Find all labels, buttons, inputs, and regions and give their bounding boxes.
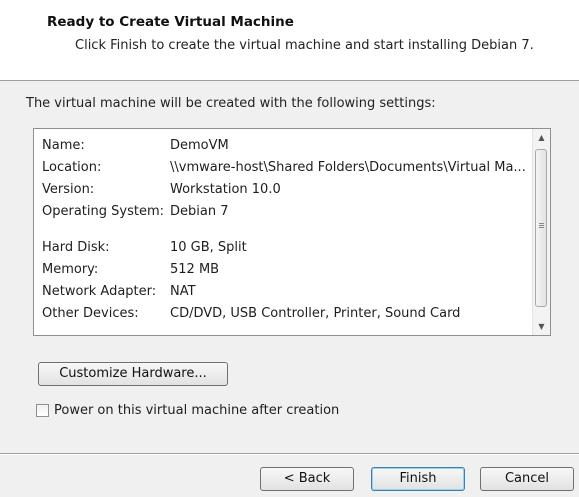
setting-value: NAT <box>170 284 196 299</box>
footer-separator <box>0 453 579 455</box>
setting-row-network: Network Adapter: NAT <box>42 281 532 303</box>
power-on-label: Power on this virtual machine after crea… <box>54 403 340 418</box>
setting-value: Workstation 10.0 <box>170 182 281 197</box>
setting-label: Location: <box>42 160 102 175</box>
page-subtitle: Click Finish to create the virtual machi… <box>75 38 534 53</box>
setting-row-hard-disk: Hard Disk: 10 GB, Split <box>42 237 532 259</box>
setting-value: DemoVM <box>170 138 229 153</box>
grip-icon <box>539 223 544 224</box>
setting-label <box>42 223 170 237</box>
setting-value: 10 GB, Split <box>170 240 247 255</box>
cancel-button[interactable]: Cancel <box>480 467 574 491</box>
setting-label: Operating System: <box>42 204 164 219</box>
setting-row-os: Operating System: Debian 7 <box>42 201 532 223</box>
setting-label: Memory: <box>42 262 99 277</box>
setting-row-memory: Memory: 512 MB <box>42 259 532 281</box>
settings-intro: The virtual machine will be created with… <box>26 96 436 111</box>
back-button[interactable]: < Back <box>260 467 354 491</box>
setting-row-blank <box>42 223 532 237</box>
settings-list[interactable]: Name: DemoVM Location: \\vmware-host\Sha… <box>33 128 551 336</box>
setting-row-location: Location: \\vmware-host\Shared Folders\D… <box>42 157 532 179</box>
scroll-thumb[interactable] <box>535 149 547 307</box>
setting-value: 512 MB <box>170 262 220 277</box>
setting-label: Network Adapter: <box>42 284 157 299</box>
setting-row-other-devices: Other Devices: CD/DVD, USB Controller, P… <box>42 303 532 325</box>
finish-button[interactable]: Finish <box>371 467 465 491</box>
power-on-checkbox[interactable] <box>36 404 49 417</box>
setting-label: Other Devices: <box>42 306 139 321</box>
setting-value: Debian 7 <box>170 204 229 219</box>
page-title: Ready to Create Virtual Machine <box>47 14 294 30</box>
vertical-scrollbar[interactable]: ▲ ▼ <box>532 129 550 335</box>
setting-value: CD/DVD, USB Controller, Printer, Sound C… <box>170 306 461 321</box>
setting-value <box>170 223 532 237</box>
setting-label: Name: <box>42 138 85 153</box>
setting-label: Version: <box>42 182 95 197</box>
setting-row-version: Version: Workstation 10.0 <box>42 179 532 201</box>
scroll-up-arrow-icon[interactable]: ▲ <box>533 129 550 146</box>
customize-hardware-button[interactable]: Customize Hardware... <box>38 362 228 386</box>
setting-value: \\vmware-host\Shared Folders\Documents\V… <box>170 160 526 175</box>
wizard-header: Ready to Create Virtual Machine Click Fi… <box>0 0 579 81</box>
power-on-option[interactable]: Power on this virtual machine after crea… <box>36 403 339 418</box>
scroll-down-arrow-icon[interactable]: ▼ <box>533 318 550 335</box>
setting-label: Hard Disk: <box>42 240 110 255</box>
setting-row-name: Name: DemoVM <box>42 135 532 157</box>
